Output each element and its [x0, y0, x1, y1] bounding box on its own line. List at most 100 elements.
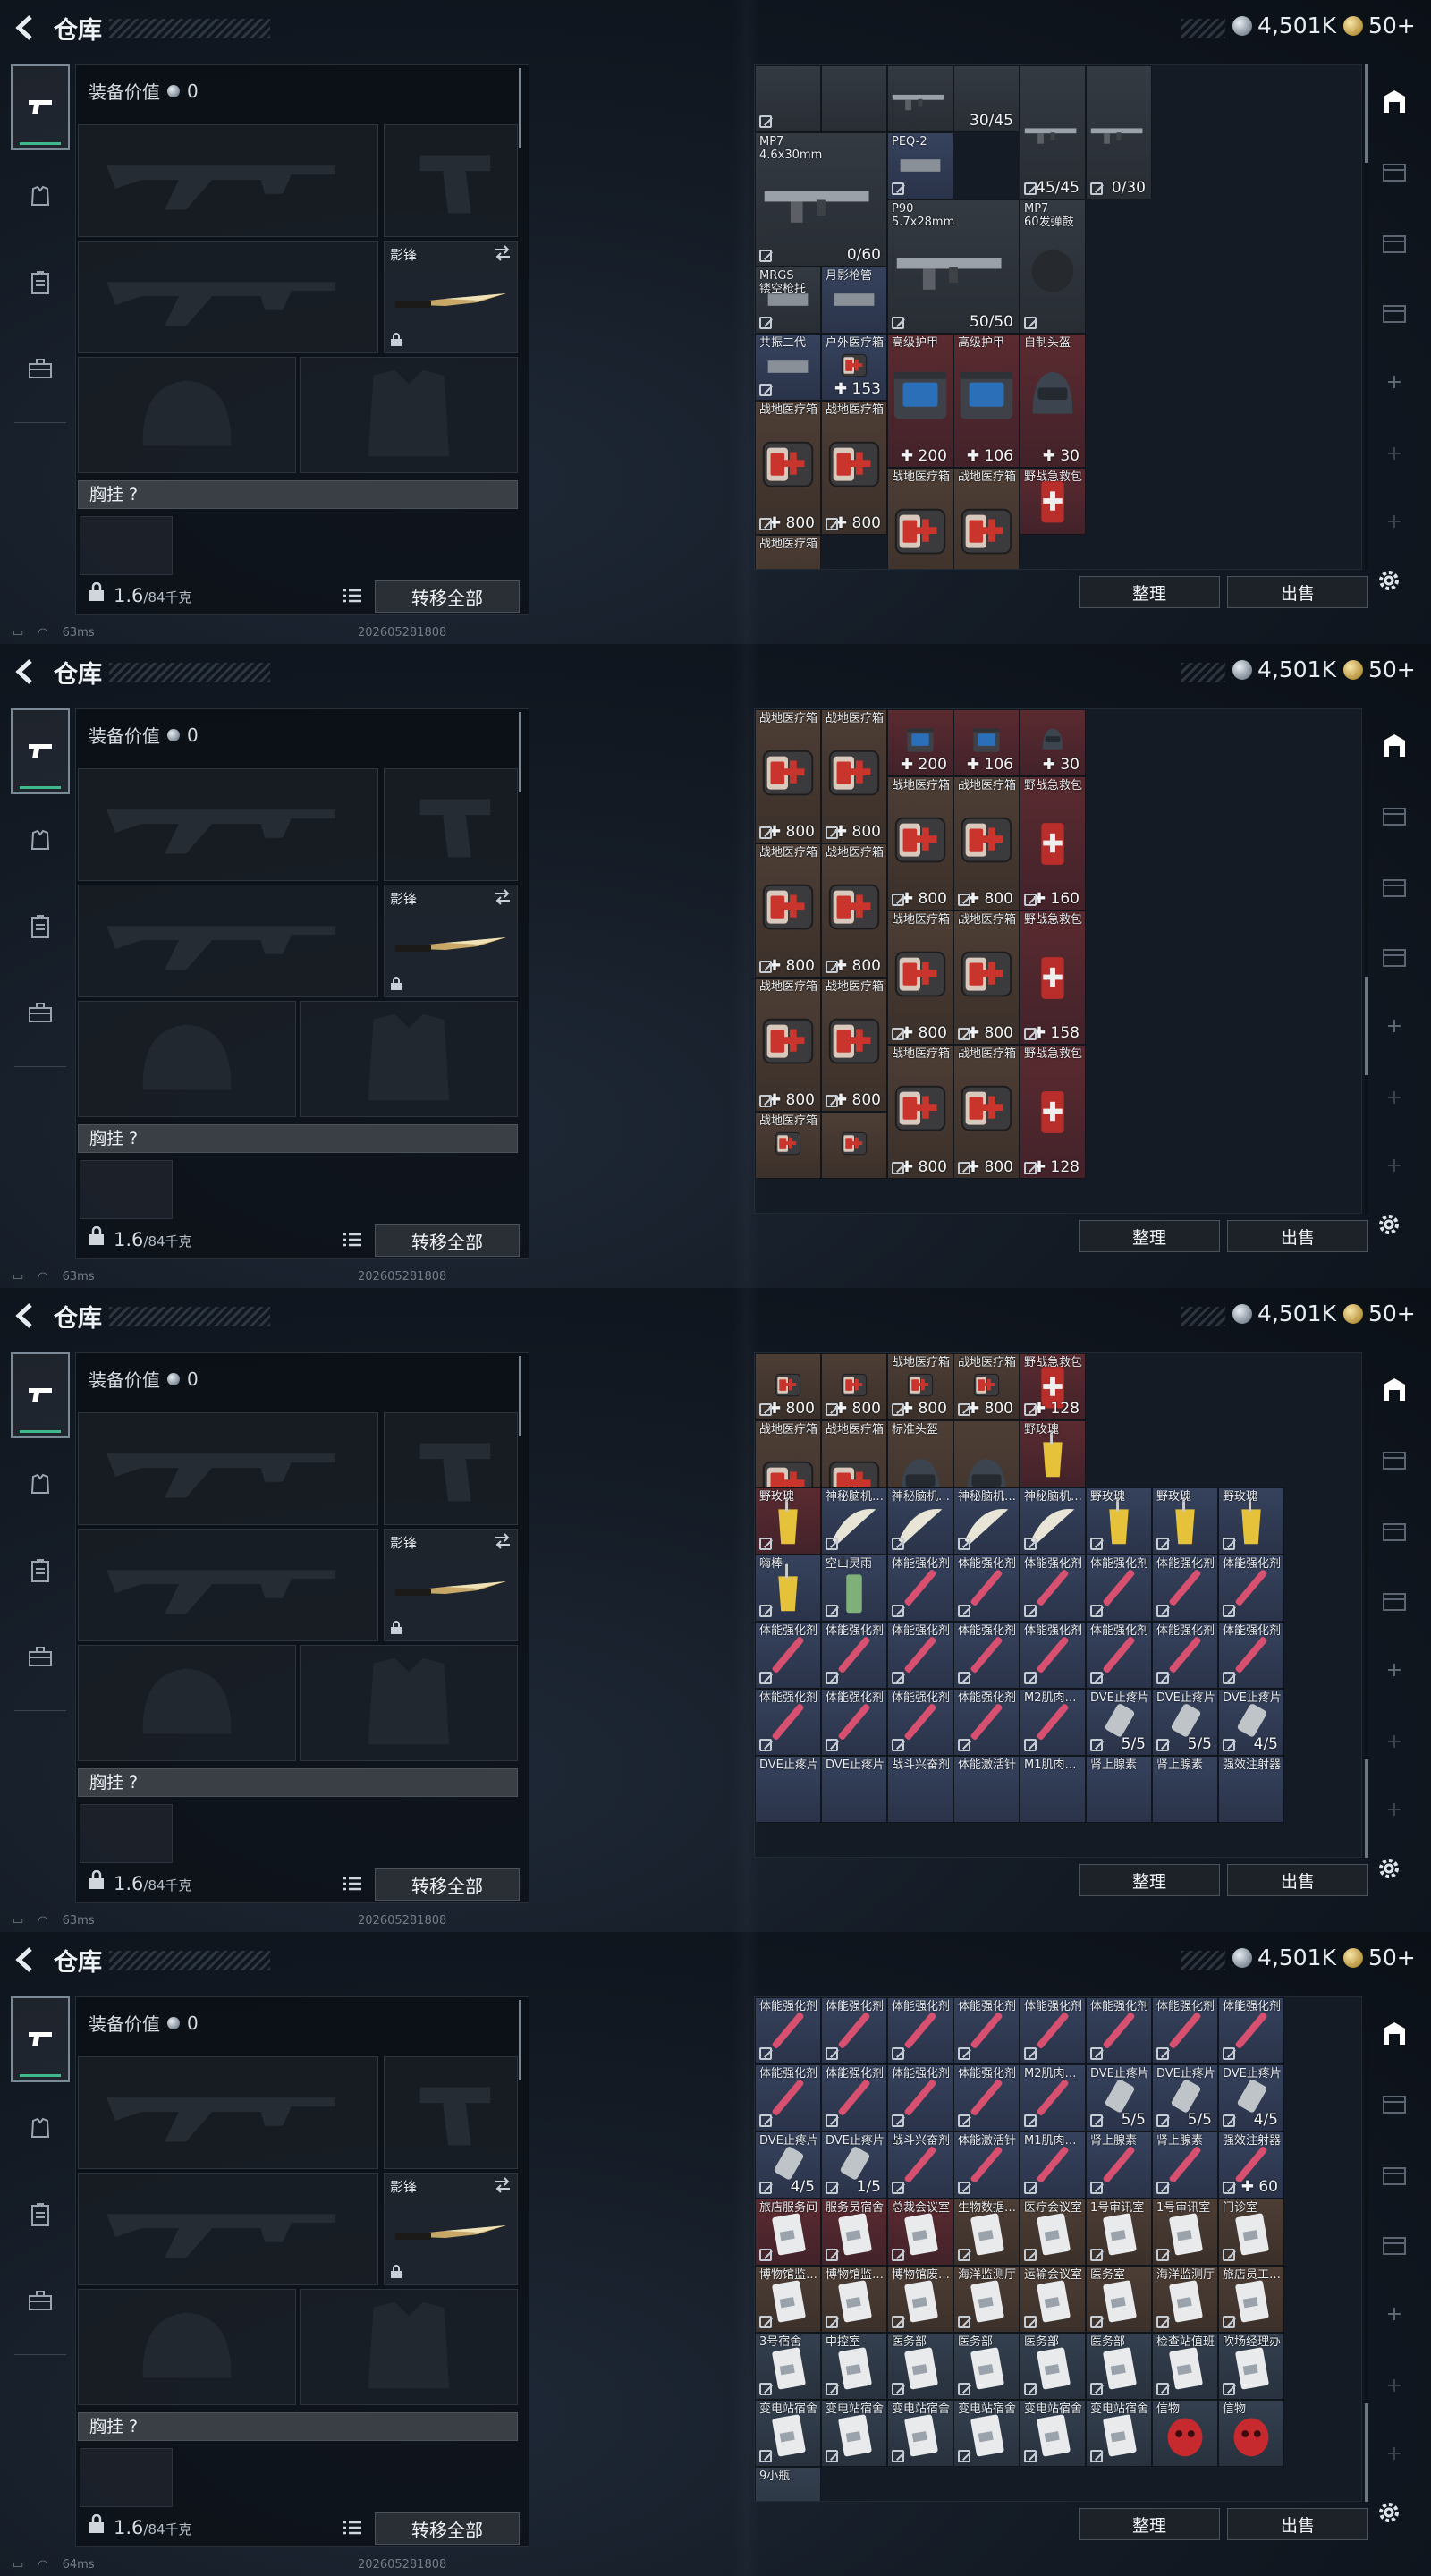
sell-button[interactable]: 出售: [1227, 576, 1368, 608]
stash-item[interactable]: ✚ 200: [887, 709, 953, 776]
stash-item[interactable]: 体能强化剂: [953, 1997, 1020, 2064]
stash-item[interactable]: 嗨棒: [755, 1555, 821, 1622]
helmet-slot[interactable]: [78, 1645, 296, 1761]
stash-item[interactable]: 体能强化剂: [1086, 1555, 1152, 1622]
stash-grid[interactable]: 30/45 45/45 0/30 MP7 4.6x30mm 0/60 PEQ-2 P90 5…: [754, 64, 1362, 570]
stash-item[interactable]: ✚ 106: [953, 709, 1020, 776]
helmet-slot[interactable]: [78, 357, 296, 473]
stash-item[interactable]: 体能强化剂: [1152, 1997, 1218, 2064]
stash-item[interactable]: 体能强化剂: [821, 2064, 887, 2131]
stash-item[interactable]: MRGS 镂空枪托: [755, 267, 821, 334]
stash-item[interactable]: 服务员宿舍: [821, 2199, 887, 2266]
stash-item[interactable]: 野玫瑰: [755, 1487, 821, 1555]
stash-item[interactable]: M2肌肉…: [1020, 1689, 1086, 1756]
tab-armor[interactable]: [11, 801, 70, 880]
stash-item[interactable]: 体能强化剂: [953, 1555, 1020, 1622]
stash-grid[interactable]: 体能强化剂 体能强化剂 体能强化剂 体能强化剂 体能强化剂 体能强化剂 体能强化剂 体能强化剂…: [754, 1996, 1362, 2502]
stash-item[interactable]: 海洋监测厅: [953, 2266, 1020, 2333]
stash-item[interactable]: 强效注射器 ✚ 60: [1218, 2131, 1284, 2199]
tab-rig[interactable]: [11, 887, 70, 966]
stash-item[interactable]: 自制头盔 ✚ 30: [1020, 334, 1086, 468]
move-all-button[interactable]: 转移全部: [375, 580, 520, 613]
stash-item[interactable]: 战地医疗箱 ✚ 800: [821, 843, 887, 978]
stash-item[interactable]: 空山灵雨: [821, 1555, 887, 1622]
back-arrow-icon[interactable]: [13, 1302, 39, 1329]
sell-button[interactable]: 出售: [1227, 2508, 1368, 2540]
storage-box-icon[interactable]: [1381, 229, 1408, 256]
primary-weapon-slot[interactable]: [78, 124, 378, 237]
tab-weapons[interactable]: [11, 64, 70, 150]
gear-icon[interactable]: [1376, 1211, 1402, 1238]
swap-icon[interactable]: [494, 1533, 512, 1549]
stash-item[interactable]: 战地医疗箱 ✚ 800: [755, 843, 821, 978]
stash-item[interactable]: 体能强化剂: [887, 1622, 953, 1689]
stash-item[interactable]: 体能强化剂: [1086, 1622, 1152, 1689]
chest-rig-header[interactable]: 胸挂 ?: [78, 2412, 518, 2441]
melee-slot[interactable]: 影锋: [384, 885, 518, 997]
stash-item[interactable]: 战地医疗箱 ✚ 800: [821, 978, 887, 1112]
warehouse-icon[interactable]: [1381, 88, 1408, 114]
stash-item[interactable]: 体能强化剂: [1020, 1622, 1086, 1689]
stash-item[interactable]: 战地医疗箱 ✚ 800: [953, 911, 1020, 1045]
stash-grid[interactable]: ✚ 800 ✚ 800 战地医疗箱 ✚ 800 战地医疗箱 ✚ 800 野战急救包 ✚ 128…: [754, 1352, 1362, 1858]
stash-item[interactable]: 医务部: [887, 2333, 953, 2400]
tab-weapons[interactable]: [11, 1996, 70, 2082]
stash-item[interactable]: 博物馆废…: [887, 2266, 953, 2333]
stash-item[interactable]: [821, 1112, 887, 1179]
stash-item[interactable]: 体能激活针: [953, 1756, 1020, 1823]
stash-item[interactable]: 战地医疗箱 ✚ 800: [953, 776, 1020, 911]
sidearm-slot[interactable]: [384, 2056, 518, 2169]
add-storage-icon[interactable]: [1381, 1084, 1408, 1111]
stash-item[interactable]: 战地医疗箱 ✚ 800: [755, 401, 821, 535]
stash-item[interactable]: 体能强化剂: [1020, 1555, 1086, 1622]
stash-item[interactable]: 体能强化剂: [755, 2064, 821, 2131]
stash-item[interactable]: 体能强化剂: [1218, 1997, 1284, 2064]
armor-slot[interactable]: [300, 357, 518, 473]
tab-weapons[interactable]: [11, 1352, 70, 1438]
gear-icon[interactable]: [1376, 1855, 1402, 1882]
tab-armor[interactable]: [11, 2089, 70, 2168]
add-storage-icon[interactable]: [1381, 1796, 1408, 1823]
melee-slot[interactable]: 影锋: [384, 241, 518, 353]
list-icon[interactable]: [343, 588, 362, 604]
stash-item[interactable]: [821, 65, 887, 132]
storage-box-icon[interactable]: [1381, 1517, 1408, 1544]
sort-button[interactable]: 整理: [1079, 1864, 1220, 1896]
stash-item[interactable]: 体能强化剂: [1152, 1622, 1218, 1689]
add-storage-icon[interactable]: [1381, 2301, 1408, 2327]
primary-weapon-slot[interactable]: [78, 768, 378, 881]
stash-item[interactable]: 体能强化剂: [755, 1997, 821, 2064]
stash-item[interactable]: 野战急救包 ✚ 158: [1020, 911, 1086, 1045]
stash-item[interactable]: 3号宿舍: [755, 2333, 821, 2400]
stash-item[interactable]: 吹场经理办: [1218, 2333, 1284, 2400]
gear-icon[interactable]: [1376, 2499, 1402, 2526]
stash-item[interactable]: 战地医疗箱 ✚ 800: [887, 1353, 953, 1420]
stash-item[interactable]: 肾上腺素: [1152, 2131, 1218, 2199]
stash-item[interactable]: 体能强化剂: [887, 2064, 953, 2131]
stash-item[interactable]: 战地医疗箱: [887, 468, 953, 569]
sort-button[interactable]: 整理: [1079, 2508, 1220, 2540]
stash-item[interactable]: 0/30: [1086, 65, 1152, 199]
storage-box-icon[interactable]: [1381, 943, 1408, 970]
stash-item[interactable]: DVE止疼片 5/5: [1086, 2064, 1152, 2131]
stash-item[interactable]: 野战急救包 ✚ 128: [1020, 1045, 1086, 1179]
add-storage-icon[interactable]: [1381, 1152, 1408, 1179]
chest-rig-slot[interactable]: [80, 2448, 173, 2507]
add-storage-icon[interactable]: [1381, 1657, 1408, 1683]
stash-item[interactable]: 30/45: [953, 65, 1020, 132]
silver-currency[interactable]: 4,501K: [1232, 657, 1336, 682]
loadout-scrollbar[interactable]: [519, 68, 521, 148]
stash-item[interactable]: 战地医疗箱 ✚ 800: [755, 709, 821, 843]
stash-item[interactable]: 战地医疗箱 ✚ 800: [821, 401, 887, 535]
stash-item[interactable]: 变电站宿舍: [1020, 2400, 1086, 2467]
stash-item[interactable]: 体能强化剂: [953, 1622, 1020, 1689]
list-icon[interactable]: [343, 1876, 362, 1892]
secondary-weapon-slot[interactable]: [78, 241, 378, 353]
stash-item[interactable]: 战斗兴奋剂: [887, 2131, 953, 2199]
storage-box-icon[interactable]: [1381, 1445, 1408, 1472]
back-arrow-icon[interactable]: [13, 1946, 39, 1973]
stash-item[interactable]: 共振二代: [755, 334, 821, 401]
stash-item[interactable]: DVE止疼片: [821, 1756, 887, 1823]
silver-currency[interactable]: 4,501K: [1232, 13, 1336, 38]
stash-item[interactable]: 医务室: [1086, 2266, 1152, 2333]
